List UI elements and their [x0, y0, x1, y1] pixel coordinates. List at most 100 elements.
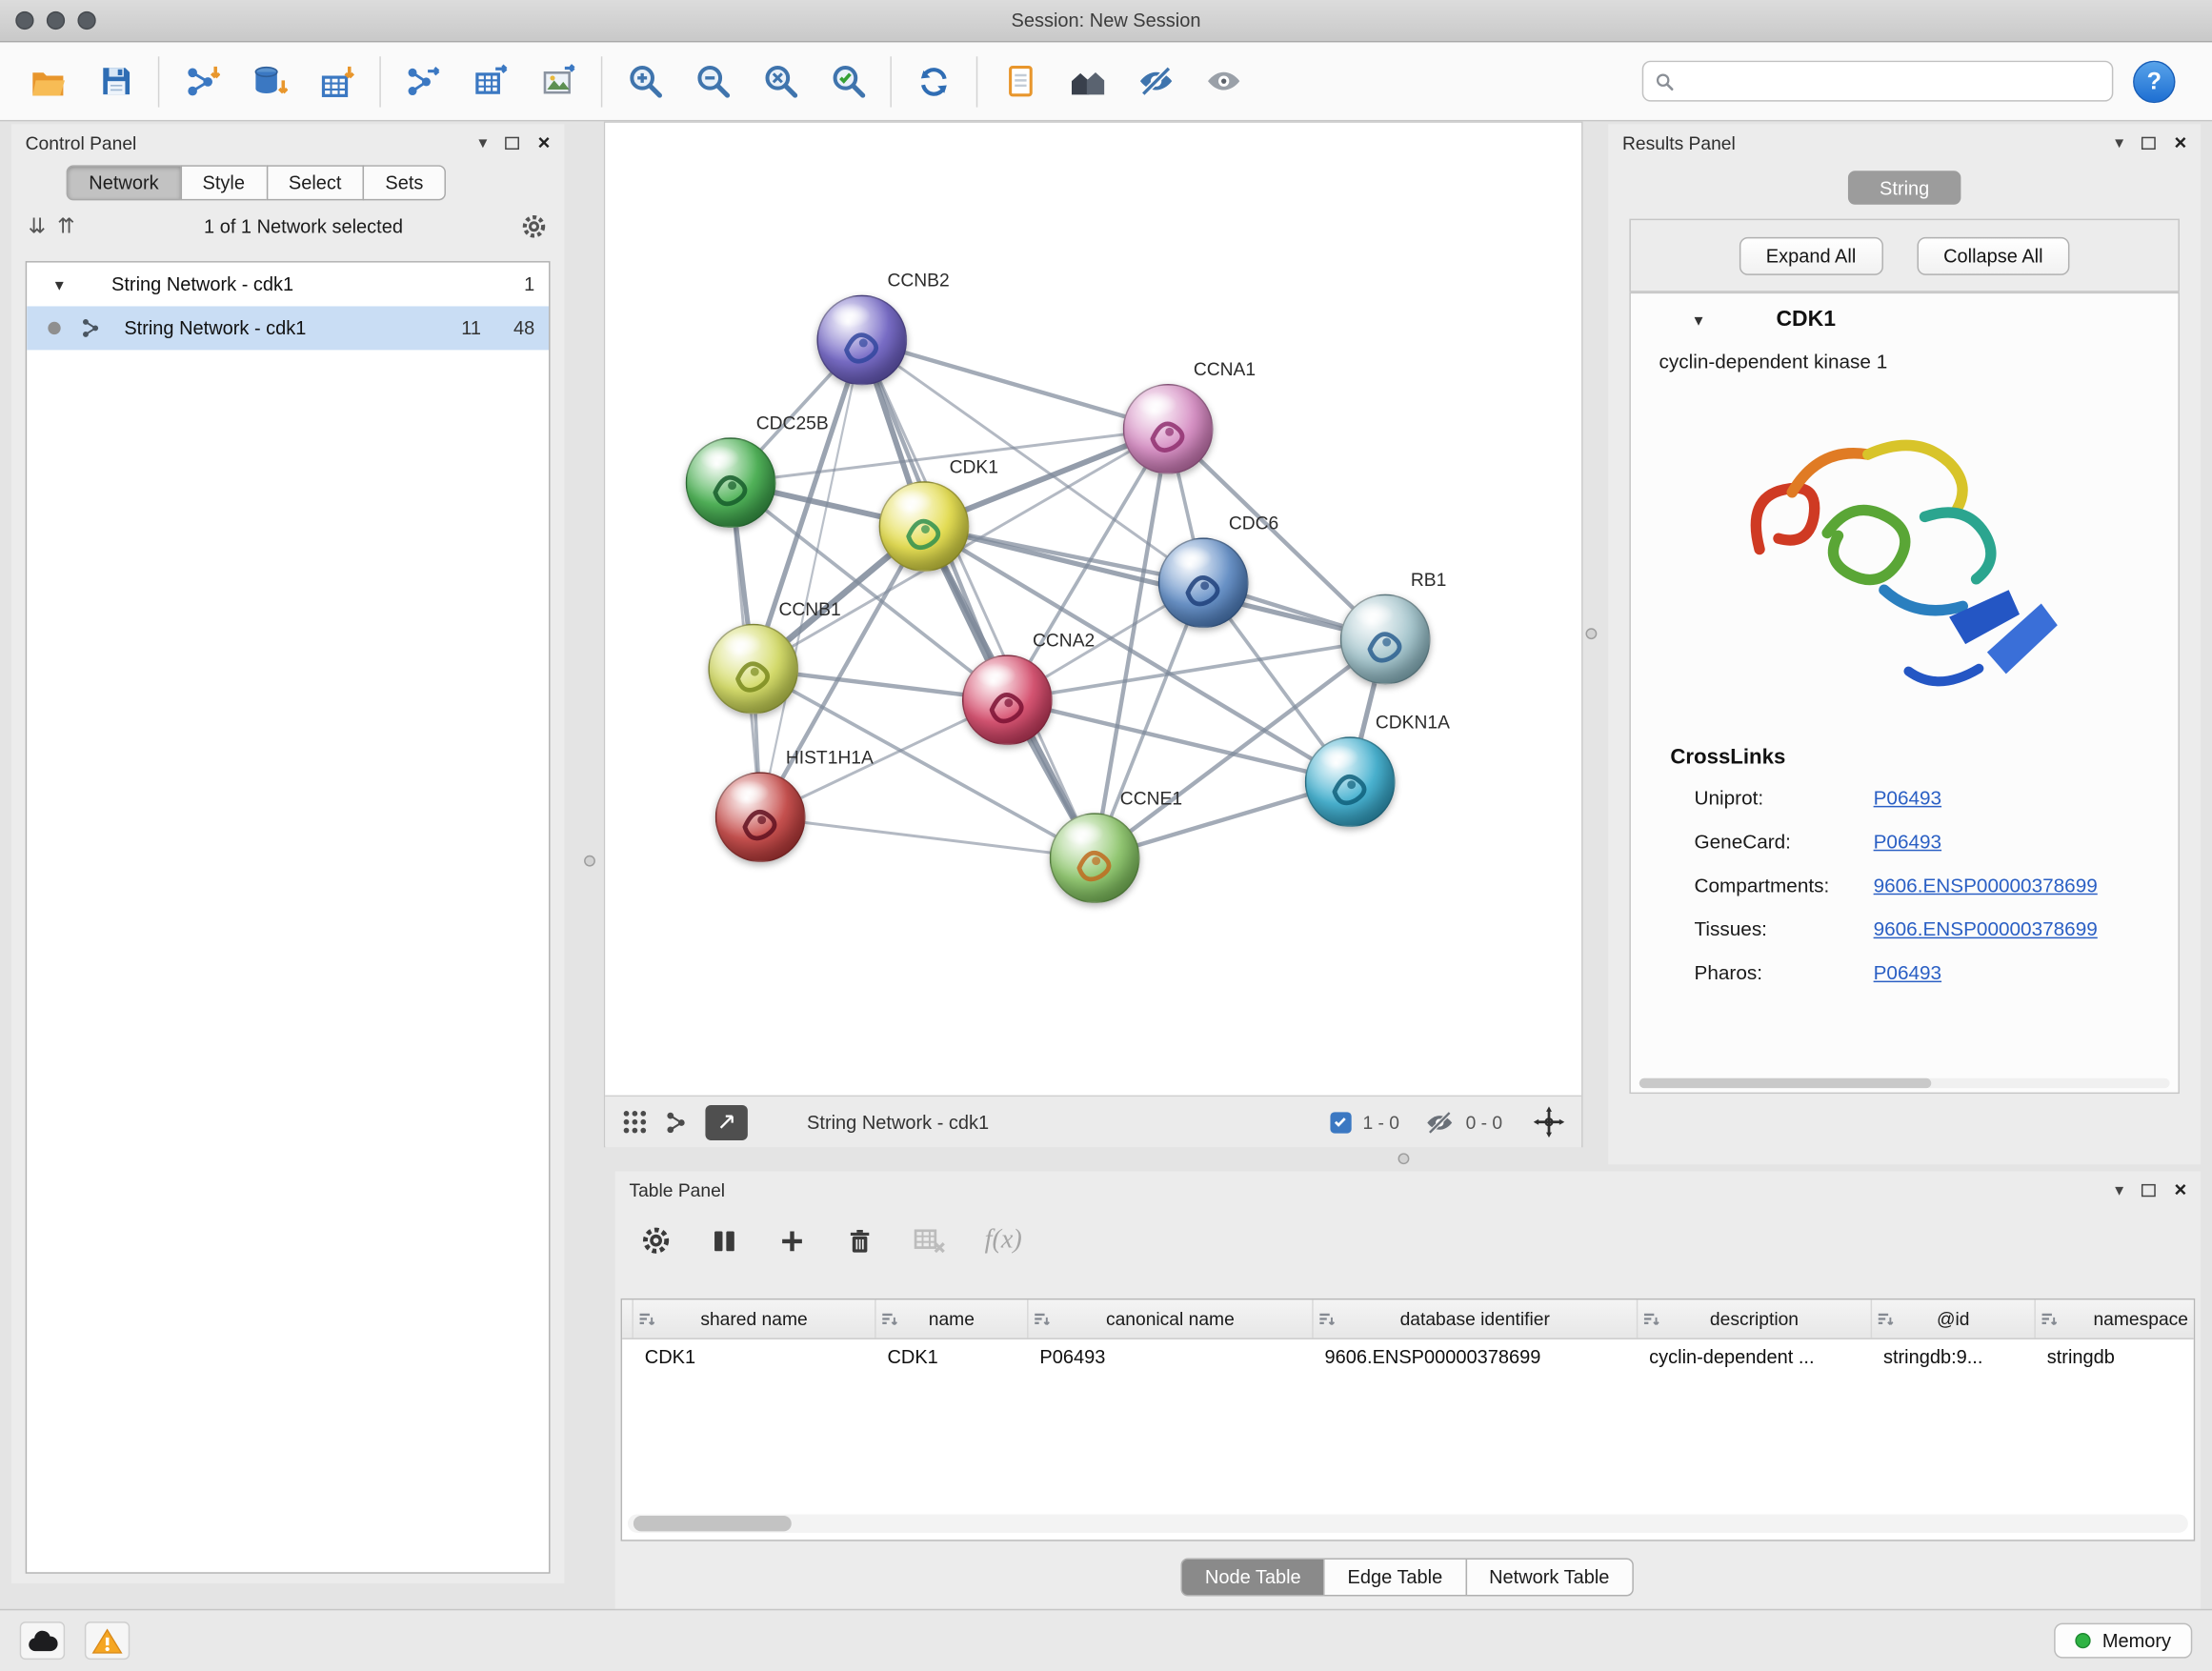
tab-network[interactable]: Network — [67, 165, 182, 200]
collapse-all-tree-button[interactable]: ⇊ — [29, 213, 47, 239]
add-column-icon[interactable] — [777, 1226, 807, 1256]
crosslink-link[interactable]: P06493 — [1874, 785, 1941, 808]
crosslink-link[interactable]: 9606.ENSP00000378699 — [1874, 873, 2098, 896]
selected-nodes-checkbox[interactable] — [1330, 1112, 1351, 1133]
control-panel-close-button[interactable]: × — [538, 132, 551, 153]
delete-column-icon[interactable] — [845, 1226, 875, 1256]
table-horizontal-scrollbar[interactable] — [628, 1515, 2188, 1533]
graphics-details-button[interactable] — [992, 53, 1048, 110]
network-node-HIST1H1A[interactable] — [715, 772, 806, 862]
disclosure-triangle-icon[interactable]: ▾ — [55, 274, 64, 294]
gear-icon[interactable] — [520, 212, 547, 239]
tab-select[interactable]: Select — [266, 165, 364, 200]
column-header-shared-name[interactable]: shared name — [633, 1299, 876, 1338]
network-node-CCNA1[interactable] — [1123, 384, 1214, 474]
tab-edge-table[interactable]: Edge Table — [1323, 1558, 1466, 1596]
tab-sets[interactable]: Sets — [363, 165, 446, 200]
column-header--id[interactable]: @id — [1872, 1299, 2036, 1338]
show-graphics-button[interactable] — [1195, 53, 1251, 110]
collapse-all-button[interactable]: Collapse All — [1917, 236, 2070, 274]
help-button[interactable]: ? — [2133, 60, 2175, 102]
table-cell[interactable]: cyclin-dependent ... — [1640, 1339, 1875, 1378]
import-network-from-database-button[interactable] — [241, 53, 297, 110]
network-node-CCNE1[interactable] — [1050, 813, 1140, 903]
warnings-button[interactable] — [85, 1621, 130, 1660]
network-edge-CCNE1-HIST1H1A[interactable] — [760, 817, 1095, 858]
network-edge-CCNB2-CCNE1[interactable] — [862, 340, 1095, 858]
table-panel-menu-button[interactable]: ▾ — [2115, 1181, 2123, 1198]
results-panel-menu-button[interactable]: ▾ — [2115, 134, 2123, 151]
expand-all-tree-button[interactable]: ⇈ — [57, 213, 75, 239]
table-row[interactable]: CDK1CDK1P064939606.ENSP00000378699cyclin… — [622, 1339, 2194, 1378]
memory-button[interactable]: Memory — [2054, 1623, 2192, 1659]
scrollbar-thumb[interactable] — [633, 1516, 792, 1531]
network-node-CDKN1A[interactable] — [1305, 736, 1396, 827]
open-session-button[interactable] — [20, 53, 76, 110]
table-cell[interactable]: 9606.ENSP00000378699 — [1317, 1339, 1641, 1378]
tab-style[interactable]: Style — [180, 165, 268, 200]
crosslink-link[interactable]: 9606.ENSP00000378699 — [1874, 916, 2098, 939]
network-collection-row[interactable]: ▾ String Network - cdk1 1 — [27, 263, 549, 307]
results-panel-close-button[interactable]: × — [2174, 132, 2186, 153]
table-settings-gear-icon[interactable] — [640, 1225, 672, 1257]
network-row[interactable]: String Network - cdk1 11 48 — [27, 306, 549, 350]
network-node-CDK1[interactable] — [879, 481, 970, 572]
control-panel-float-button[interactable] — [505, 136, 519, 149]
results-scrollbar[interactable] — [1639, 1078, 2170, 1088]
import-network-button[interactable] — [173, 53, 230, 110]
network-node-CCNB1[interactable] — [708, 624, 798, 715]
right-splitter-handle[interactable] — [1585, 628, 1597, 639]
zoom-out-button[interactable] — [684, 53, 740, 110]
network-edge-CCNB2-CCNA1[interactable] — [862, 340, 1168, 429]
network-node-CDC6[interactable] — [1158, 537, 1249, 628]
expand-all-button[interactable]: Expand All — [1739, 236, 1883, 274]
cloud-status-button[interactable] — [20, 1621, 65, 1660]
table-cell[interactable]: P06493 — [1032, 1339, 1317, 1378]
search-box[interactable] — [1642, 61, 2114, 102]
search-input[interactable] — [1683, 70, 2101, 93]
tab-node-table[interactable]: Node Table — [1181, 1558, 1325, 1596]
tab-network-table[interactable]: Network Table — [1465, 1558, 1634, 1596]
table-cell[interactable]: CDK1 — [636, 1339, 879, 1378]
horizontal-splitter-handle[interactable] — [1398, 1153, 1410, 1164]
network-node-CCNA2[interactable] — [962, 654, 1053, 745]
column-header-namespace[interactable]: namespace — [2036, 1299, 2195, 1338]
apply-layout-button[interactable] — [906, 53, 962, 110]
table-cell[interactable]: stringdb:9... — [1875, 1339, 2039, 1378]
table-panel-close-button[interactable]: × — [2174, 1179, 2186, 1200]
zoom-in-button[interactable] — [616, 53, 673, 110]
zoom-selected-button[interactable] — [819, 53, 875, 110]
network-node-RB1[interactable] — [1340, 594, 1431, 685]
network-node-CDC25B[interactable] — [686, 437, 776, 528]
export-image-button[interactable] — [531, 53, 587, 110]
column-header-name[interactable]: name — [876, 1299, 1029, 1338]
import-table-button[interactable] — [309, 53, 365, 110]
open-in-browser-button[interactable] — [705, 1104, 747, 1139]
left-splitter-handle[interactable] — [584, 856, 595, 867]
column-header-canonical-name[interactable]: canonical name — [1029, 1299, 1314, 1338]
crosshair-icon[interactable] — [1534, 1106, 1565, 1137]
hide-graphics-button[interactable] — [1127, 53, 1183, 110]
crosslink-link[interactable]: P06493 — [1874, 960, 1941, 983]
export-network-button[interactable] — [395, 53, 452, 110]
grid-view-icon[interactable] — [622, 1109, 648, 1135]
table-panel-float-button[interactable] — [2142, 1183, 2156, 1196]
network-canvas[interactable]: CCNB2CCNA1CDC25BCDK1CDC6RB1CCNB1CCNA2CDK… — [605, 123, 1581, 1096]
column-header-description[interactable]: description — [1638, 1299, 1872, 1338]
save-session-button[interactable] — [88, 53, 144, 110]
zoom-fit-button[interactable] — [752, 53, 808, 110]
results-panel-float-button[interactable] — [2142, 136, 2156, 149]
show-columns-icon[interactable] — [710, 1226, 739, 1256]
network-edge-CDK1-RB1[interactable] — [924, 527, 1385, 640]
protein-section-header[interactable]: ▾ CDK1 — [1631, 293, 2179, 347]
table-cell[interactable]: CDK1 — [879, 1339, 1032, 1378]
export-table-button[interactable] — [463, 53, 519, 110]
birdseye-view-button[interactable] — [1059, 53, 1116, 110]
column-header-database-identifier[interactable]: database identifier — [1314, 1299, 1639, 1338]
network-node-CCNB2[interactable] — [816, 295, 907, 386]
collapse-section-icon[interactable]: ▾ — [1695, 311, 1703, 331]
tab-string[interactable]: String — [1848, 171, 1961, 205]
crosslink-link[interactable]: P06493 — [1874, 829, 1941, 852]
control-panel-menu-button[interactable]: ▾ — [478, 134, 487, 151]
hidden-edges-eye-icon[interactable] — [1425, 1107, 1455, 1137]
